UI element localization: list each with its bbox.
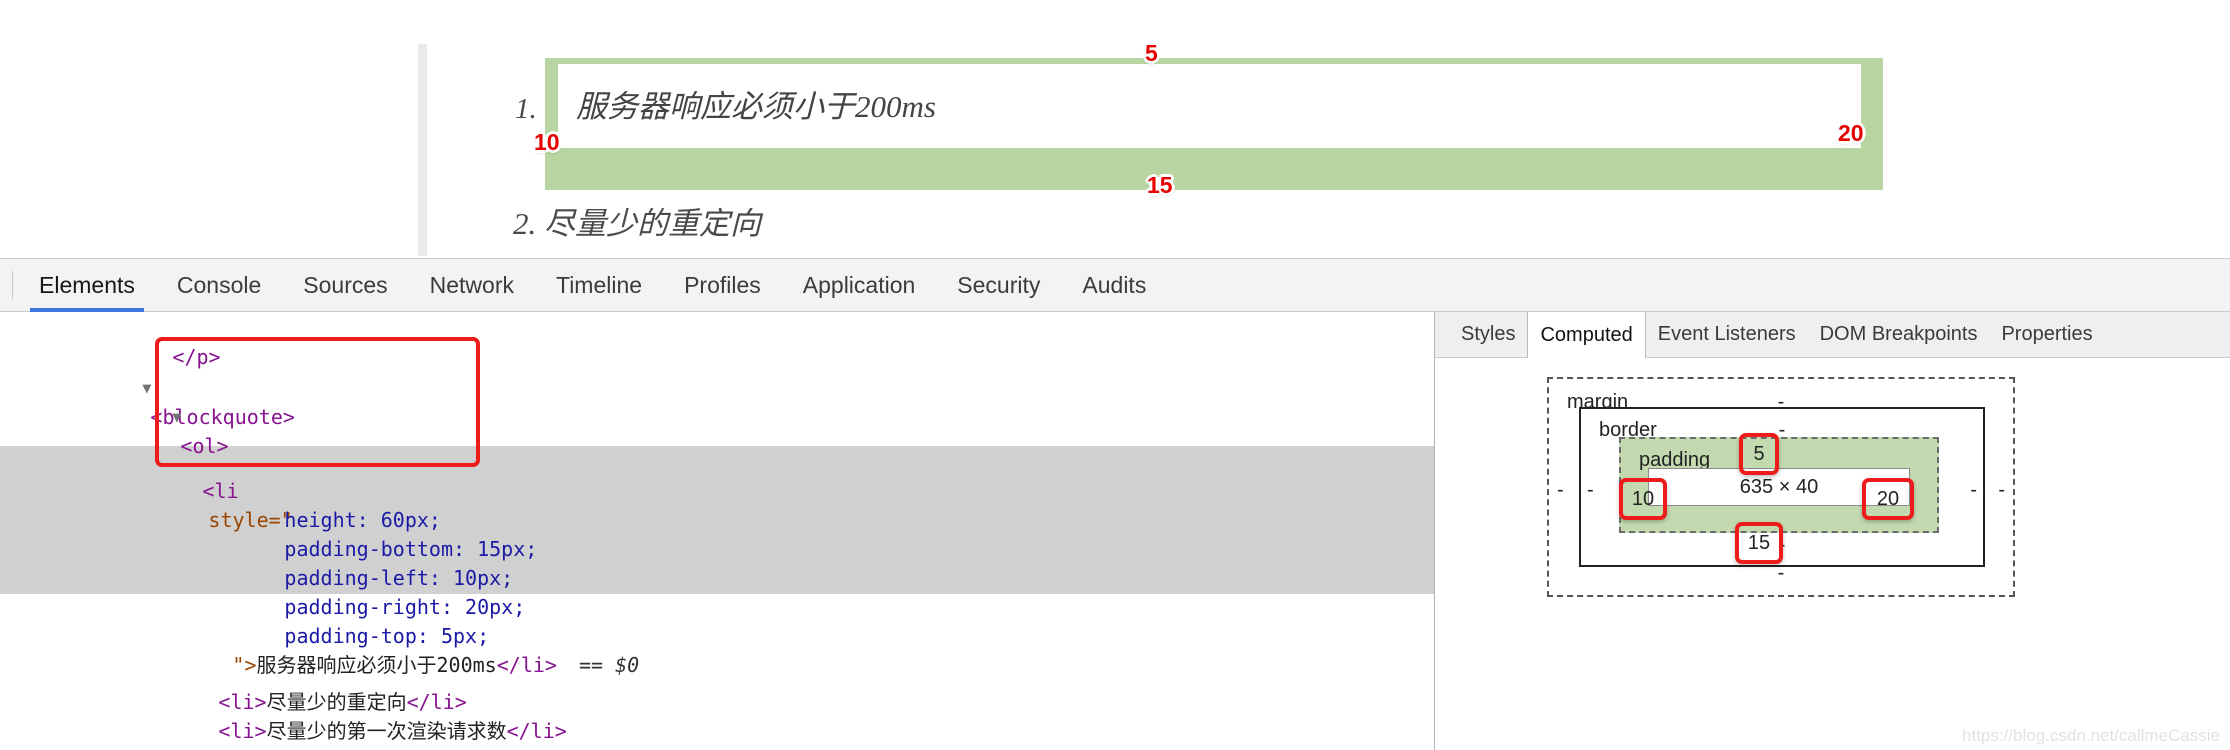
sidebar-tab-properties-label: Properties bbox=[2001, 323, 2093, 345]
box-model-margin-right-value[interactable]: - bbox=[1998, 479, 2005, 502]
sidebar-tab-computed-label: Computed bbox=[1540, 323, 1633, 346]
page-viewport: 1. 服务器响应必须小于200ms 2. 尽量少的重定向 5 10 15 20 bbox=[0, 0, 2230, 258]
ordered-list-item-1-text[interactable]: 服务器响应必须小于200ms bbox=[576, 91, 936, 122]
tab-application-label: Application bbox=[802, 271, 916, 298]
box-model-margin-region[interactable]: margin - - - - border - - - - padding 63… bbox=[1547, 377, 2015, 597]
tab-elements[interactable]: Elements bbox=[18, 259, 156, 312]
box-model-border-right-value[interactable]: - bbox=[1970, 479, 1977, 502]
box-model-padding-top-highlight[interactable]: 5 bbox=[1739, 433, 1779, 475]
sidebar-tab-computed[interactable]: Computed bbox=[1527, 312, 1646, 358]
tab-network[interactable]: Network bbox=[409, 259, 535, 312]
tab-network-label: Network bbox=[429, 271, 514, 298]
sidebar-tab-dom-breakpoints[interactable]: DOM Breakpoints bbox=[1808, 312, 1990, 357]
box-model-padding-bottom-value: 15 bbox=[1747, 531, 1771, 554]
tab-security[interactable]: Security bbox=[936, 259, 1061, 312]
tab-audits-label: Audits bbox=[1082, 271, 1147, 298]
sidebar-tab-properties[interactable]: Properties bbox=[1989, 312, 2104, 357]
blockquote-left-border bbox=[418, 44, 427, 256]
tab-console-label: Console bbox=[176, 271, 262, 298]
dom-line-li-5[interactable]: <li>给浏览器留200ms的渲染时间</li> bbox=[0, 746, 1434, 750]
watermark-text: https://blog.csdn.net/callmeCassie bbox=[1962, 726, 2220, 745]
sidebar-tab-styles[interactable]: Styles bbox=[1449, 312, 1527, 357]
box-model-padding-bottom-highlight[interactable]: 15 bbox=[1735, 522, 1783, 564]
sidebar-tab-event-listeners[interactable]: Event Listeners bbox=[1646, 312, 1808, 357]
box-model-border-left-value[interactable]: - bbox=[1587, 479, 1594, 502]
tab-audits[interactable]: Audits bbox=[1061, 259, 1167, 312]
sidebar-tab-styles-label: Styles bbox=[1461, 323, 1516, 345]
annotation-padding-top: 5 bbox=[1145, 40, 1158, 66]
devtools-panel: Elements Console Sources Network Timelin… bbox=[0, 258, 2230, 750]
sidebar-tab-event-listeners-label: Event Listeners bbox=[1657, 323, 1796, 345]
tab-profiles[interactable]: Profiles bbox=[663, 259, 782, 312]
box-model-content-size: 635 × 40 bbox=[1739, 475, 1819, 498]
box-model-padding-left-highlight[interactable]: 10 bbox=[1619, 478, 1667, 520]
annotation-padding-right: 20 bbox=[1838, 120, 1864, 146]
ordered-list-item-2[interactable]: 2. 尽量少的重定向 bbox=[513, 208, 761, 239]
tab-sources[interactable]: Sources bbox=[282, 259, 408, 312]
annotation-padding-left: 10 bbox=[534, 129, 560, 155]
devtools-tabbar: Elements Console Sources Network Timelin… bbox=[0, 259, 2230, 312]
dom-tree[interactable]: </p> ▼ <blockquote> ▼ <ol> <li style=" h… bbox=[0, 312, 1434, 750]
tab-sources-label: Sources bbox=[303, 271, 388, 298]
tab-profiles-label: Profiles bbox=[684, 271, 761, 298]
tab-timeline[interactable]: Timeline bbox=[535, 259, 663, 312]
disclosure-triangle-icon[interactable]: ▼ bbox=[172, 408, 181, 426]
tab-application[interactable]: Application bbox=[782, 259, 937, 312]
box-model-padding-right-value: 20 bbox=[1876, 487, 1900, 510]
annotation-padding-bottom: 15 bbox=[1147, 172, 1173, 198]
tab-timeline-label: Timeline bbox=[556, 271, 643, 298]
devtools-screenshot: 1. 服务器响应必须小于200ms 2. 尽量少的重定向 5 10 15 20 … bbox=[0, 0, 2230, 750]
sidebar-tabbar: Styles Computed Event Listeners DOM Brea… bbox=[1435, 312, 2230, 358]
box-model-padding-top-value: 5 bbox=[1753, 442, 1765, 465]
devtools-body: </p> ▼ <blockquote> ▼ <ol> <li style=" h… bbox=[0, 312, 2230, 750]
box-model-padding-right-highlight[interactable]: 20 bbox=[1862, 478, 1914, 520]
sidebar-tab-dom-breakpoints-label: DOM Breakpoints bbox=[1819, 323, 1978, 345]
box-model-padding-left-value: 10 bbox=[1631, 487, 1655, 510]
box-model-margin-left-value[interactable]: - bbox=[1557, 479, 1564, 502]
box-model-diagram: margin - - - - border - - - - padding 63… bbox=[1435, 358, 2229, 750]
tab-elements-label: Elements bbox=[39, 271, 135, 298]
devtools-sidebar: Styles Computed Event Listeners DOM Brea… bbox=[1434, 312, 2230, 750]
ordered-list-marker-1: 1. bbox=[515, 93, 537, 125]
tab-console[interactable]: Console bbox=[156, 259, 282, 312]
tab-security-label: Security bbox=[957, 271, 1041, 298]
